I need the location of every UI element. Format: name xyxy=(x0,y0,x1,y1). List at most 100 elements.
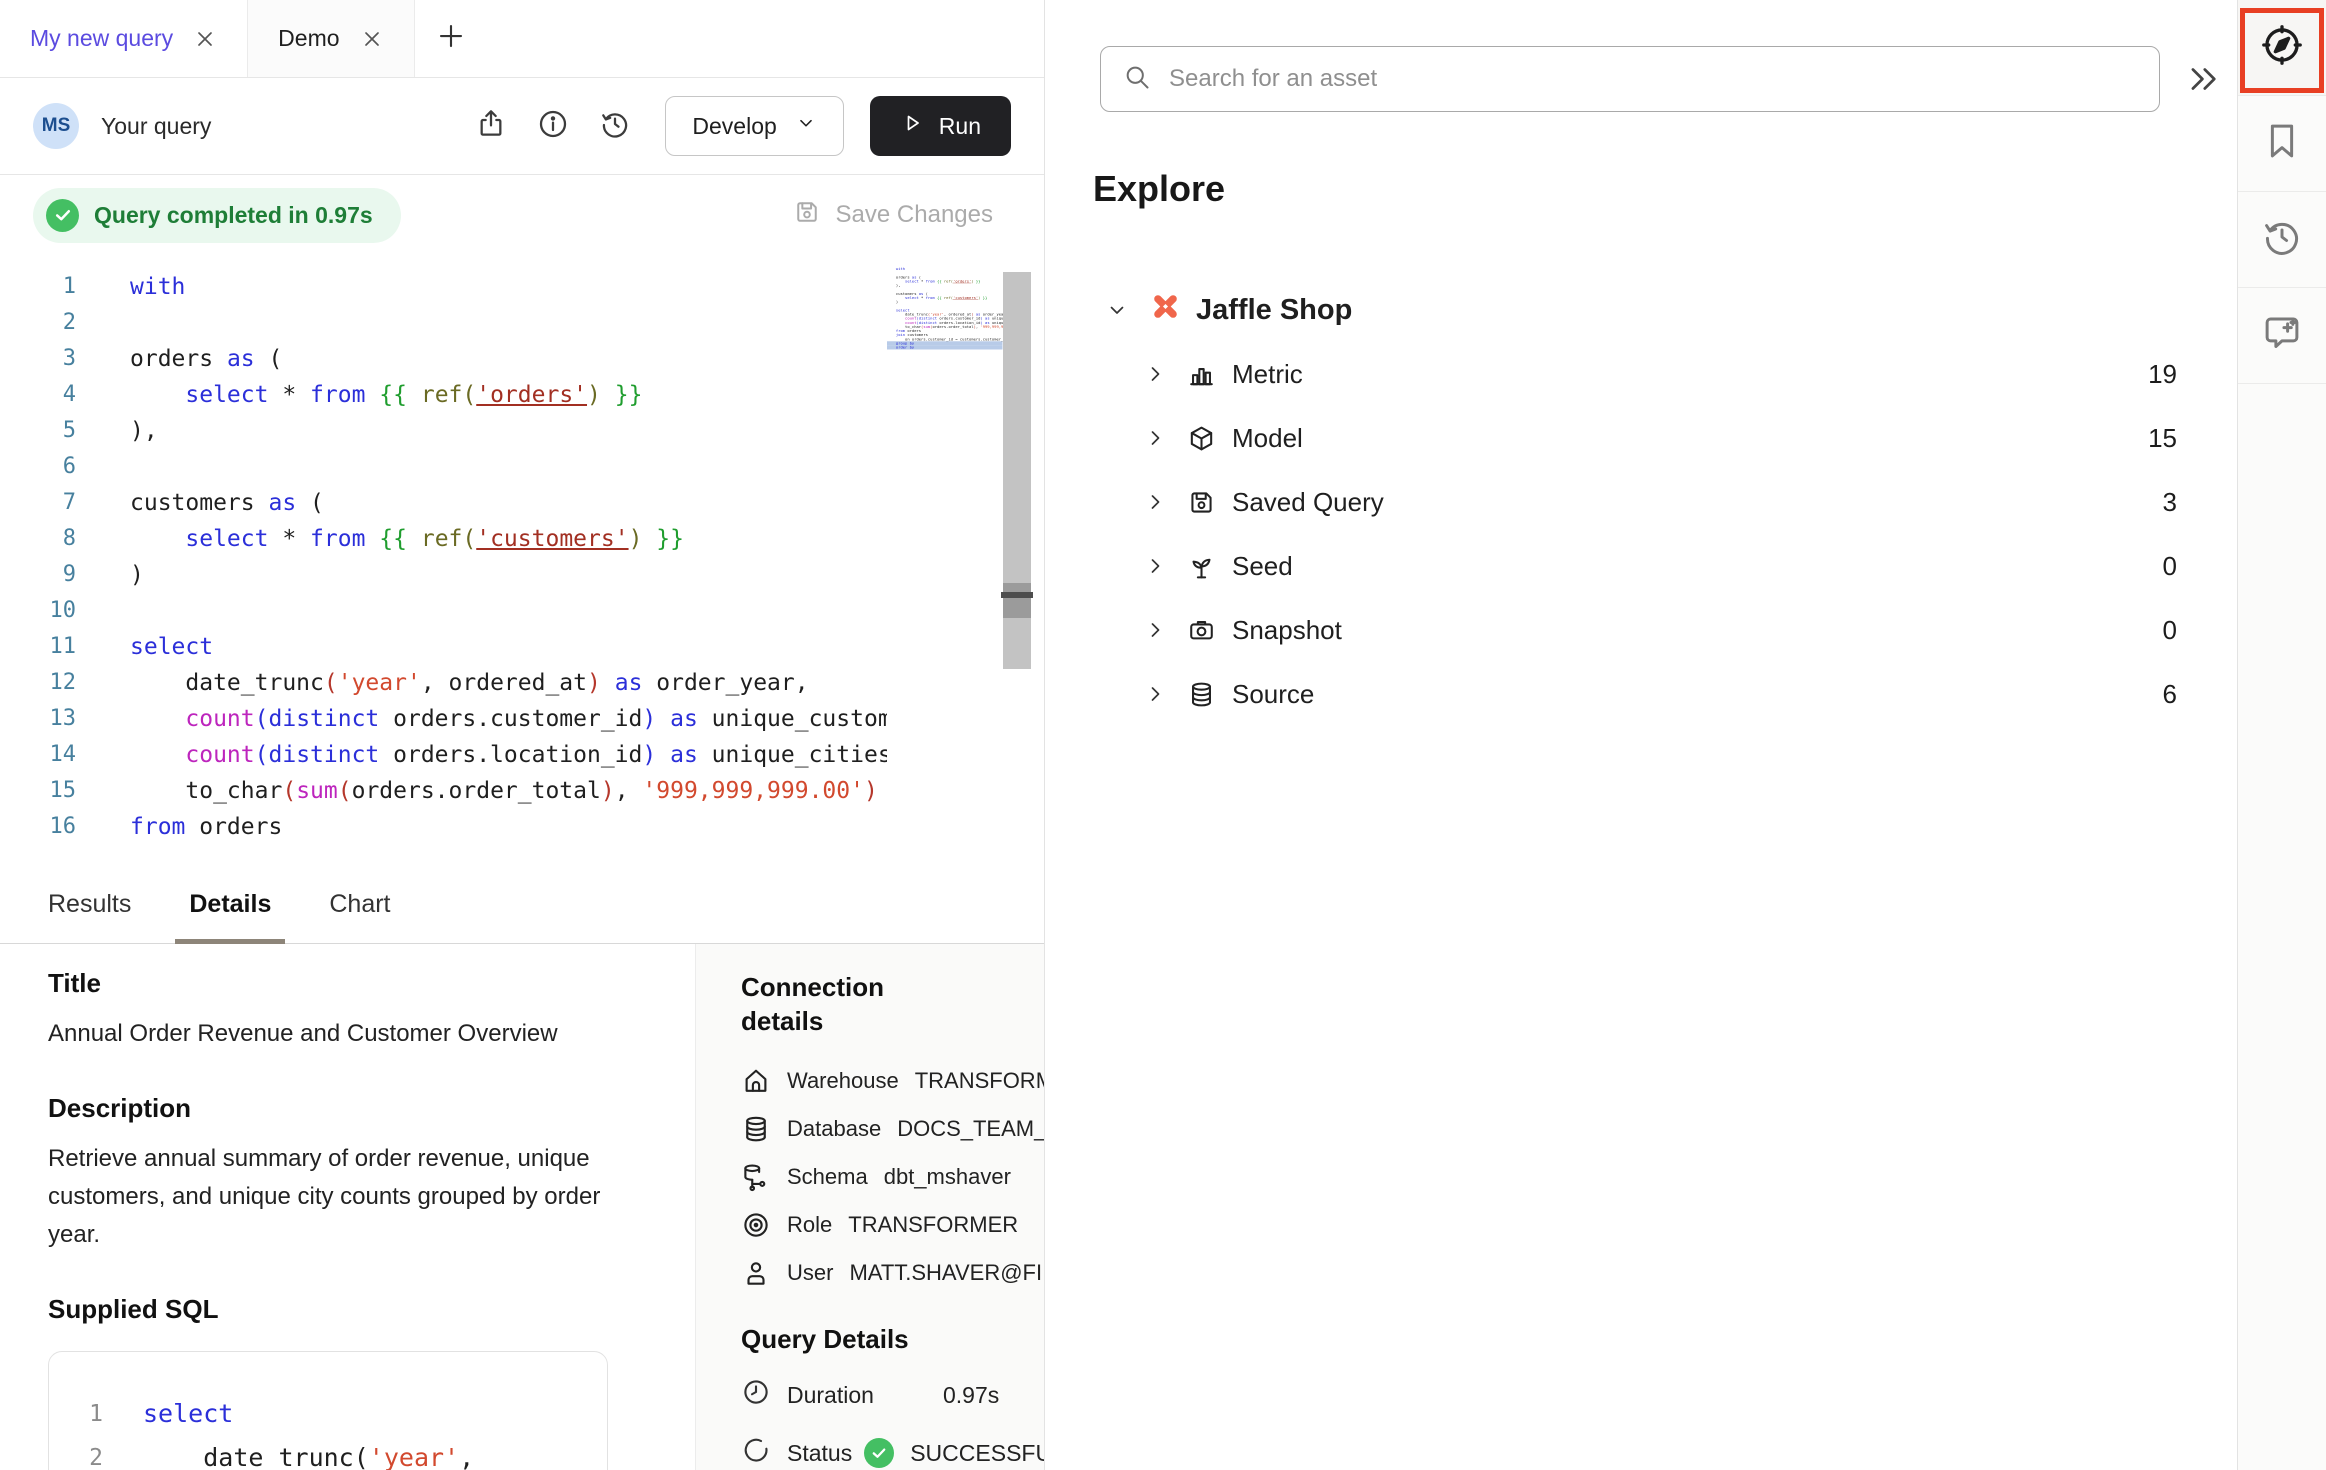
tree-item-count: 19 xyxy=(2148,359,2177,390)
seed-icon xyxy=(1187,552,1216,581)
explore-heading: Explore xyxy=(1093,168,1225,210)
connection-value: TRANSFORMING xyxy=(915,1068,1044,1094)
rail-button-explore[interactable] xyxy=(2238,0,2326,96)
rail-button-bookmarks[interactable] xyxy=(2238,96,2326,192)
line-number: 16 xyxy=(0,809,76,845)
chevron-right-icon[interactable] xyxy=(1143,426,1167,450)
saved-query-icon xyxy=(1187,488,1216,517)
details-panel: Title Annual Order Revenue and Customer … xyxy=(0,944,1044,1470)
connection-label: User xyxy=(787,1260,833,1286)
code-text: ) xyxy=(896,300,898,304)
title-value: Annual Order Revenue and Customer Overvi… xyxy=(48,1015,645,1053)
tab-demo[interactable]: Demo xyxy=(248,0,414,77)
description-heading: Description xyxy=(48,1093,645,1124)
rail-button-history[interactable] xyxy=(2238,192,2326,288)
chevron-right-icon[interactable] xyxy=(1143,490,1167,514)
search-icon xyxy=(1123,63,1151,96)
code-text: order by xyxy=(896,345,914,349)
line-number: 4 xyxy=(0,377,76,413)
chevron-right-icon[interactable] xyxy=(1143,618,1167,642)
code-line: 11select xyxy=(0,629,887,665)
tree-item-model[interactable]: Model15 xyxy=(1045,406,2237,470)
line-number: 2 xyxy=(0,305,76,341)
scrollbar-thumb[interactable] xyxy=(1003,583,1031,618)
chevron-right-icon[interactable] xyxy=(1143,554,1167,578)
chevron-down-icon[interactable] xyxy=(1105,298,1129,322)
query-status-text: Query completed in 0.97s xyxy=(94,202,373,229)
history-button[interactable] xyxy=(595,106,635,146)
clock-icon xyxy=(741,1377,771,1413)
share-icon xyxy=(475,108,507,145)
status-spinner-icon xyxy=(741,1435,771,1470)
query-title: Your query xyxy=(101,113,211,140)
close-tab-icon[interactable] xyxy=(360,27,384,51)
dbt-logo-icon xyxy=(1149,290,1196,331)
scrollbar-marker xyxy=(1001,592,1033,598)
connection-user: UserMATT.SHAVER@FI xyxy=(741,1258,1044,1288)
tree-item-label: Source xyxy=(1232,679,1314,710)
warehouse-icon xyxy=(741,1066,771,1096)
result-tab-chart[interactable]: Chart xyxy=(329,865,390,943)
chevron-right-icon[interactable] xyxy=(1143,682,1167,706)
bookmark-icon xyxy=(2261,120,2303,167)
tree-item-snapshot[interactable]: Snapshot0 xyxy=(1045,598,2237,662)
code-text: select * from {{ ref('customers') }} xyxy=(130,521,684,557)
minimap-line: select * from {{ ref('customers') }} xyxy=(887,296,1003,300)
tree-item-metric[interactable]: Metric19 xyxy=(1045,342,2237,406)
schema-icon xyxy=(741,1162,771,1192)
connection-label: Role xyxy=(787,1212,832,1238)
code-text: from orders xyxy=(130,809,282,845)
tab-label: My new query xyxy=(30,25,173,52)
code-line: 16 from orders xyxy=(0,809,887,845)
model-icon xyxy=(1187,424,1216,453)
result-tab-results[interactable]: Results xyxy=(48,865,131,943)
tree-item-jaffle-shop[interactable]: Jaffle Shop xyxy=(1045,278,2237,342)
chevron-right-icon[interactable] xyxy=(1143,362,1167,386)
search-input[interactable] xyxy=(1169,65,2137,93)
description-value: Retrieve annual summary of order revenue… xyxy=(48,1140,628,1254)
code-text: count(distinct orders.location_id) as un… xyxy=(130,737,887,773)
source-icon xyxy=(1187,680,1216,709)
code-line: 2 xyxy=(0,305,887,341)
metric-icon xyxy=(1187,360,1216,389)
tab-label: Demo xyxy=(278,25,339,52)
tree-item-seed[interactable]: Seed0 xyxy=(1045,534,2237,598)
tree-item-saved-query[interactable]: Saved Query3 xyxy=(1045,470,2237,534)
connection-role: RoleTRANSFORMER xyxy=(741,1210,1044,1240)
code-line: 10 xyxy=(0,593,887,629)
code-text: select xyxy=(130,629,213,665)
asset-search-box[interactable] xyxy=(1100,46,2160,112)
save-changes-button[interactable]: Save Changes xyxy=(793,198,993,233)
status-bar: Query completed in 0.97s Save Changes xyxy=(0,175,1044,255)
code-text: with xyxy=(130,269,185,305)
sql-editor[interactable]: 1with23orders as (4 select * from {{ ref… xyxy=(0,255,1044,865)
develop-dropdown[interactable]: Develop xyxy=(665,96,843,156)
code-text: orders as ( xyxy=(130,341,282,377)
tab-my-new-query[interactable]: My new query xyxy=(0,0,248,77)
details-left-column: Title Annual Order Revenue and Customer … xyxy=(0,944,695,1470)
status-label: Status xyxy=(787,1440,852,1467)
share-button[interactable] xyxy=(471,106,511,146)
tree-item-source[interactable]: Source6 xyxy=(1045,662,2237,726)
editor-scrollbar[interactable] xyxy=(1003,272,1031,669)
new-tab-button[interactable] xyxy=(415,0,487,77)
info-button[interactable] xyxy=(533,106,573,146)
connection-details-heading: Connection details xyxy=(741,970,971,1038)
duration-row: Duration 0.97s xyxy=(741,1377,1044,1413)
icon-rail xyxy=(2237,0,2326,1470)
role-icon xyxy=(741,1210,771,1240)
editor-code[interactable]: 1with23orders as (4 select * from {{ ref… xyxy=(0,269,887,865)
user-icon xyxy=(741,1258,771,1288)
result-tab-details[interactable]: Details xyxy=(189,865,271,943)
line-number: 14 xyxy=(0,737,76,773)
connection-label: Warehouse xyxy=(787,1068,899,1094)
rail-button-ai-assistant[interactable] xyxy=(2238,288,2326,384)
code-text: count(distinct orders.customer_id) as un… xyxy=(130,701,887,737)
tab-bar: My new query Demo xyxy=(0,0,1044,78)
run-button[interactable]: Run xyxy=(870,96,1011,156)
close-tab-icon[interactable] xyxy=(193,27,217,51)
code-text: select * from {{ ref('orders') }} xyxy=(896,279,981,283)
status-check-icon xyxy=(864,1438,894,1468)
collapse-panel-button[interactable] xyxy=(2185,60,2223,103)
editor-minimap[interactable]: withorders as ( select * from {{ ref('or… xyxy=(887,267,1003,687)
